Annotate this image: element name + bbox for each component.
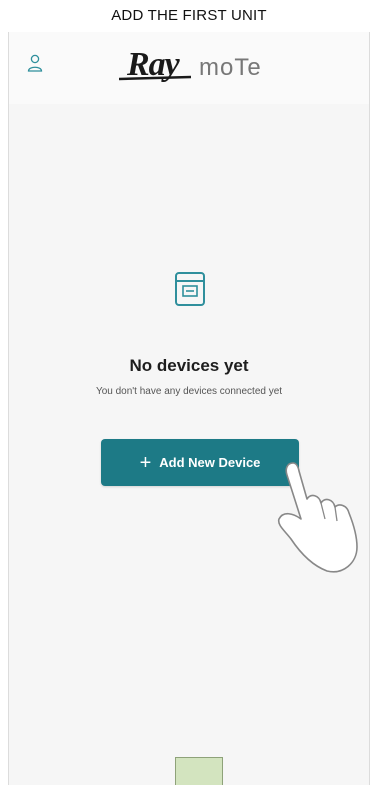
logo-mote-text: moTe	[199, 54, 262, 81]
app-screen: Ray moTe No devices yet You don't have a…	[8, 32, 370, 785]
top-app-bar: Ray moTe	[9, 32, 369, 104]
user-icon[interactable]	[27, 54, 43, 72]
plus-icon: +	[139, 451, 152, 474]
empty-state-title: No devices yet	[129, 356, 249, 375]
add-new-device-button[interactable]: + Add New Device	[101, 439, 299, 486]
pointing-hand-icon	[277, 462, 358, 573]
home-indicator	[175, 757, 223, 785]
screenshot-caption: ADD THE FIRST UNIT	[111, 7, 267, 24]
add-new-device-label: Add New Device	[159, 455, 261, 470]
raymote-logo: Ray moTe	[119, 44, 289, 94]
logo-swoosh	[119, 75, 192, 81]
device-box-icon	[175, 272, 205, 306]
empty-state-subtitle: You don't have any devices connected yet	[95, 386, 283, 397]
